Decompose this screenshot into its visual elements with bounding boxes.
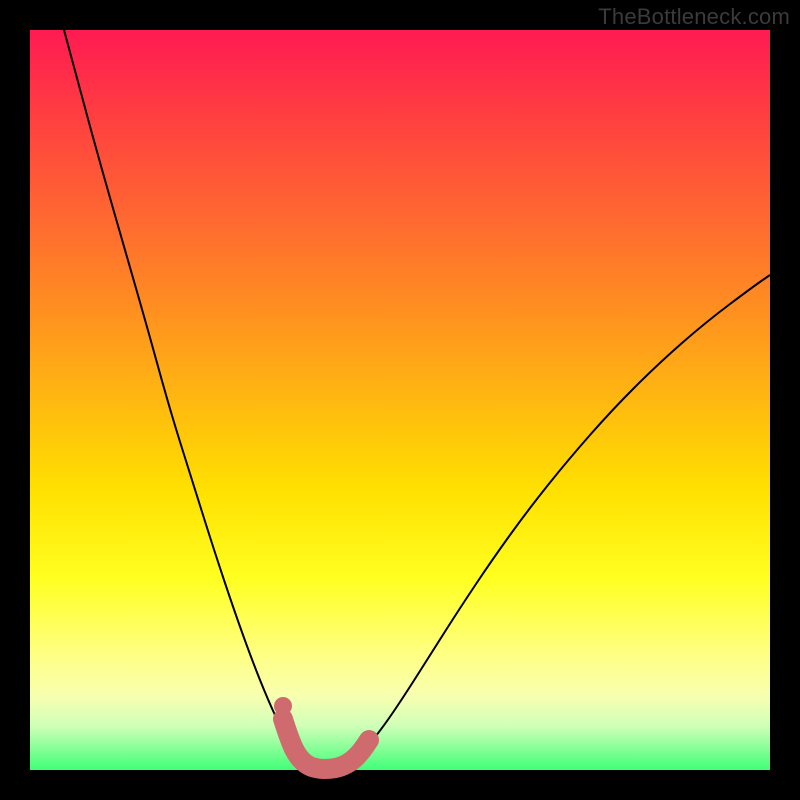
chart-svg <box>30 30 770 770</box>
watermark-text: TheBottleneck.com <box>598 4 790 30</box>
highlight-segment <box>283 719 369 769</box>
bottleneck-curve <box>64 30 770 769</box>
chart-plot-area <box>30 30 770 770</box>
